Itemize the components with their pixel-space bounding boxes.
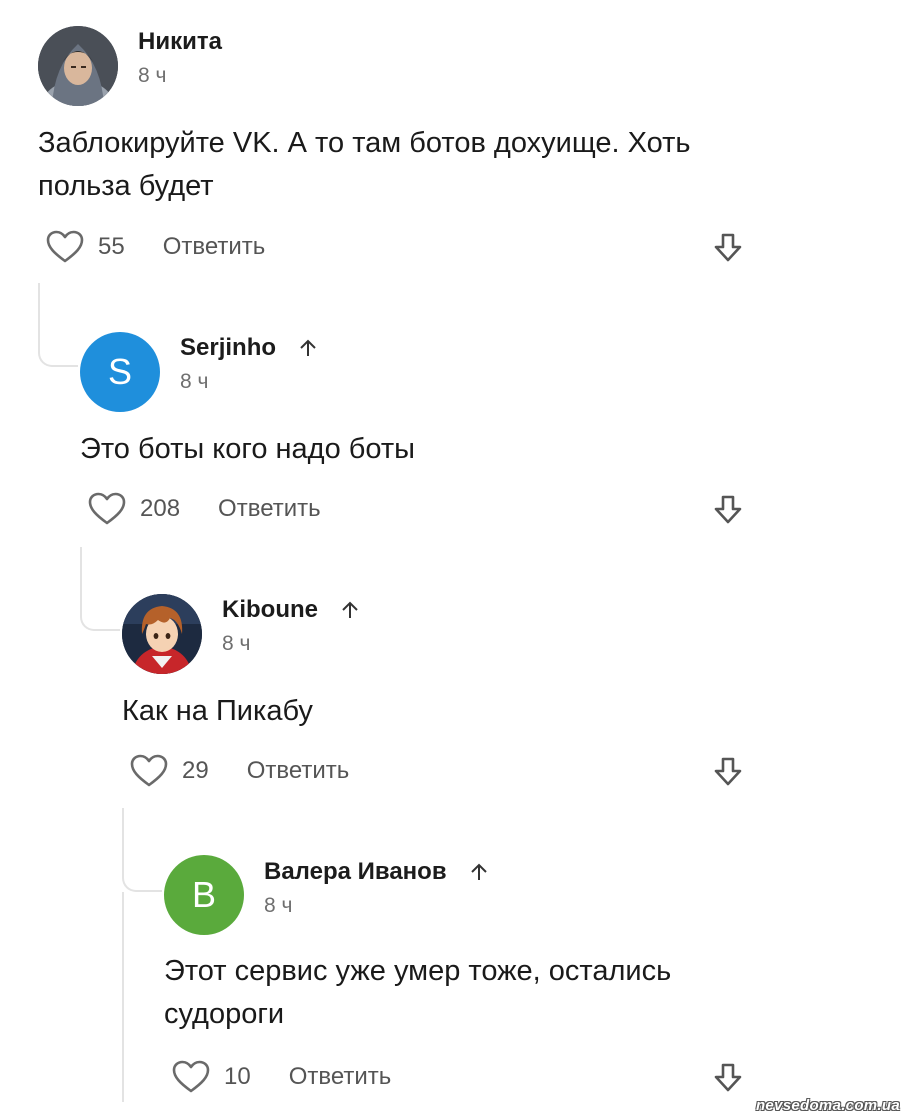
avatar-letter: B <box>191 874 216 915</box>
comment-text: Это боты кого надо боты <box>80 433 416 465</box>
avatar-letter: S <box>107 351 132 392</box>
avatar[interactable] <box>122 594 202 674</box>
thread-line <box>122 808 162 892</box>
avatar[interactable] <box>38 26 118 106</box>
like-count: 29 <box>182 757 209 784</box>
comment-time: 8 ч <box>138 64 167 87</box>
heart-icon <box>88 492 126 525</box>
reply-button[interactable]: Ответить <box>163 233 266 261</box>
comment-text: Заблокируйте VK. А то там ботов дохуище.… <box>38 127 691 202</box>
like-button[interactable]: 55 <box>46 230 125 264</box>
like-button[interactable]: 29 <box>130 754 209 788</box>
thread-line <box>122 892 124 1102</box>
like-count: 10 <box>224 1063 251 1090</box>
heart-icon <box>130 754 168 787</box>
reply-button[interactable]: Ответить <box>218 495 321 523</box>
like-button[interactable]: 208 <box>88 492 180 526</box>
reply-button[interactable]: Ответить <box>247 757 350 785</box>
like-button[interactable]: 10 <box>172 1060 251 1094</box>
watermark: nevsedoma.com.ua <box>755 1097 900 1114</box>
comment-time: 8 ч <box>222 632 251 655</box>
author-name[interactable]: Kiboune <box>222 596 318 624</box>
arrow-up-icon <box>470 863 487 880</box>
avatar[interactable]: S <box>80 332 160 412</box>
author-name[interactable]: Никита <box>138 28 222 56</box>
thread-line <box>38 283 78 367</box>
reply-button[interactable]: Ответить <box>289 1063 392 1091</box>
like-count: 55 <box>98 233 125 260</box>
user-photo-icon <box>38 26 118 106</box>
arrow-up-icon <box>300 339 316 356</box>
heart-icon <box>46 230 84 263</box>
like-count: 208 <box>140 495 181 522</box>
anime-avatar-icon <box>122 594 202 674</box>
arrow-up-icon <box>342 601 358 618</box>
downvote-icon[interactable] <box>713 232 743 264</box>
thread-line <box>80 547 120 631</box>
author-name[interactable]: Валера Иванов <box>264 858 447 886</box>
downvote-icon[interactable] <box>713 1062 743 1094</box>
avatar[interactable]: B <box>164 855 244 935</box>
comment-time: 8 ч <box>180 370 209 393</box>
heart-icon <box>172 1060 210 1093</box>
downvote-icon[interactable] <box>713 494 743 526</box>
comment-text: Как на Пикабу <box>122 695 313 727</box>
author-name[interactable]: Serjinho <box>180 334 276 362</box>
downvote-icon[interactable] <box>713 756 743 788</box>
comment-time: 8 ч <box>264 894 293 917</box>
comment-text: Этот сервис уже умер тоже, остались судо… <box>164 955 672 1030</box>
